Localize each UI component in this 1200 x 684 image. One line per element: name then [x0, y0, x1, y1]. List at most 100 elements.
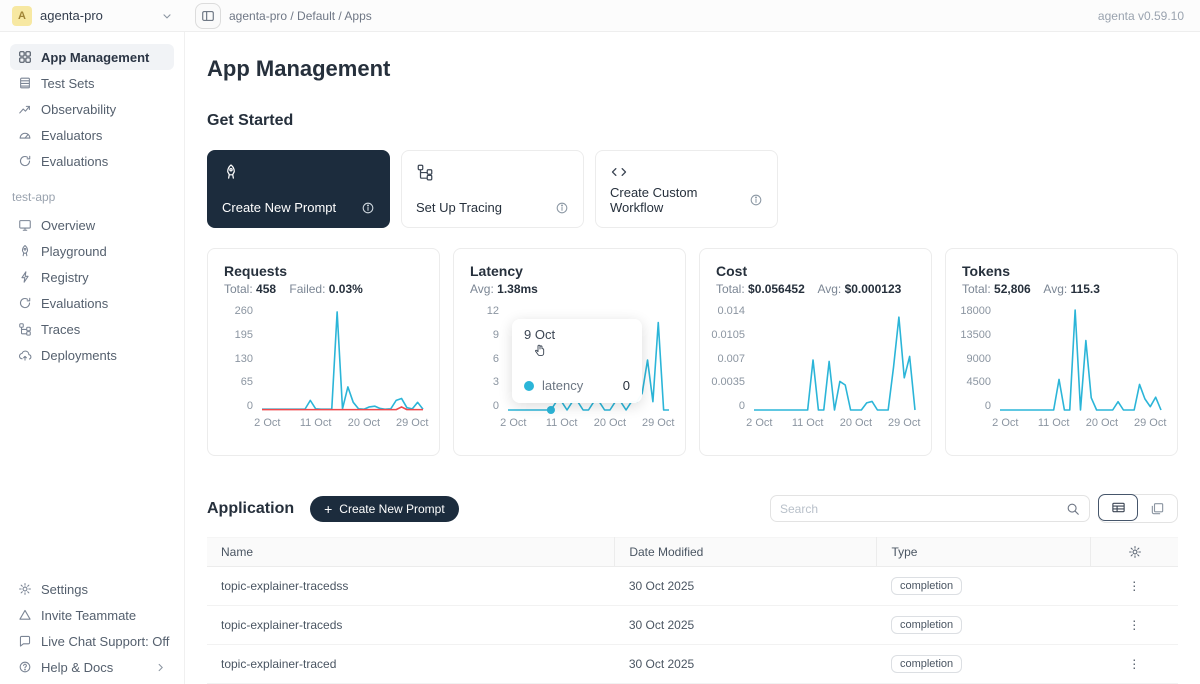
page-title: App Management	[207, 56, 1178, 82]
requests-card: Requests Total: 458 Failed: 0.03% 260195…	[207, 248, 440, 456]
y-tick-label: 0	[493, 401, 499, 412]
create-new-prompt-card[interactable]: Create New Prompt	[207, 150, 390, 228]
card-label: Create Custom Workflow	[610, 185, 749, 215]
sidebar-item-evaluators[interactable]: Evaluators	[10, 122, 174, 148]
stat-label: Total:	[962, 282, 991, 296]
breadcrumb[interactable]: agenta-pro / Default / Apps	[229, 9, 372, 23]
sidebar-item-label: App Management	[41, 50, 149, 65]
sidebar-item-evaluations-app[interactable]: Evaluations	[10, 290, 174, 316]
gear-icon[interactable]	[1105, 545, 1164, 559]
table-row[interactable]: topic-explainer-tracedss 30 Oct 2025 com…	[207, 567, 1178, 606]
y-tick-label: 0.007	[717, 354, 745, 365]
sidebar-item-label: Evaluations	[41, 154, 108, 169]
sidebar-item-deployments[interactable]: Deployments	[10, 342, 174, 368]
create-new-prompt-button[interactable]: + Create New Prompt	[310, 496, 459, 522]
y-tick-label: 195	[235, 330, 253, 341]
stat-label: Avg:	[470, 282, 494, 296]
y-tick-label: 130	[235, 354, 253, 365]
triangle-icon	[18, 608, 32, 622]
sidebar-item-label: Test Sets	[41, 76, 94, 91]
app-version: agenta v0.59.10	[1098, 9, 1184, 23]
sidebar-item-test-sets[interactable]: Test Sets	[10, 70, 174, 96]
info-icon[interactable]	[749, 193, 763, 207]
chart-tooltip: 9 Oct latency 0	[512, 319, 642, 403]
column-header-date-modified[interactable]: Date Modified	[615, 538, 877, 567]
search-input[interactable]	[780, 502, 1066, 516]
x-tick-label: 29 Oct	[888, 417, 920, 429]
gauge-icon	[18, 128, 32, 142]
sidebar-item-help-docs[interactable]: Help & Docs	[10, 654, 174, 680]
tokens-chart[interactable]: 1800013500900045000 2 Oct11 Oct20 Oct29 …	[962, 306, 1161, 433]
card-view-button[interactable]	[1137, 495, 1177, 522]
cell-name: topic-explainer-traceds	[207, 606, 615, 645]
y-tick-label: 0.0035	[711, 377, 745, 388]
info-icon[interactable]	[361, 201, 375, 215]
x-tick-label: 29 Oct	[396, 417, 428, 429]
sidebar-item-traces[interactable]: Traces	[10, 316, 174, 342]
sidebar-section-label: test-app	[12, 190, 174, 204]
sidebar-item-overview[interactable]: Overview	[10, 212, 174, 238]
info-icon[interactable]	[555, 201, 569, 215]
tree-icon	[416, 163, 569, 181]
table-view-icon	[1111, 500, 1126, 515]
sidebar-item-evaluations[interactable]: Evaluations	[10, 148, 174, 174]
view-toggle	[1098, 494, 1178, 523]
table-view-button[interactable]	[1098, 494, 1138, 521]
column-header-name[interactable]: Name	[207, 538, 615, 567]
sidebar-item-registry[interactable]: Registry	[10, 264, 174, 290]
tooltip-value: 0	[623, 378, 630, 393]
refresh-icon	[18, 296, 32, 310]
tree-icon	[18, 322, 32, 336]
workspace-selector[interactable]: A agenta-pro	[0, 0, 185, 31]
y-tick-label: 4500	[967, 377, 991, 388]
metric-cards: Requests Total: 458 Failed: 0.03% 260195…	[207, 248, 1178, 456]
row-menu-button[interactable]: ⋮	[1091, 606, 1178, 645]
search-icon[interactable]	[1066, 502, 1080, 516]
sidebar-item-label: Observability	[41, 102, 116, 117]
metric-stats: Avg: 1.38ms	[470, 282, 669, 296]
set-up-tracing-card[interactable]: Set Up Tracing	[401, 150, 584, 228]
cell-date: 30 Oct 2025	[615, 606, 877, 645]
workspace-avatar: A	[12, 6, 32, 26]
sidebar-item-settings[interactable]: Settings	[10, 576, 174, 602]
sidebar-toggle-button[interactable]	[195, 3, 221, 29]
cost-chart[interactable]: 0.0140.01050.0070.00350 2 Oct11 Oct20 Oc…	[716, 306, 915, 433]
sidebar-item-app-management[interactable]: App Management	[10, 44, 174, 70]
row-menu-button[interactable]: ⋮	[1091, 567, 1178, 606]
sidebar-item-live-chat[interactable]: Live Chat Support: Off	[10, 628, 174, 654]
create-custom-workflow-card[interactable]: Create Custom Workflow	[595, 150, 778, 228]
application-tools	[770, 494, 1178, 523]
main-content: App Management Get Started Create New Pr…	[185, 32, 1200, 684]
app-root: A agenta-pro agenta-pro / Default / Apps…	[0, 0, 1200, 684]
y-tick-label: 0	[247, 401, 253, 412]
x-tick-label: 20 Oct	[594, 417, 626, 429]
plus-icon: +	[324, 502, 332, 516]
metric-stats: Total: $0.056452 Avg: $0.000123	[716, 282, 915, 296]
x-tick-label: 20 Oct	[1086, 417, 1118, 429]
row-menu-button[interactable]: ⋮	[1091, 645, 1178, 684]
sidebar-item-observability[interactable]: Observability	[10, 96, 174, 122]
cell-type: completion	[877, 645, 1091, 684]
y-tick-label: 0	[985, 401, 991, 412]
hover-point-marker	[547, 406, 555, 414]
y-tick-label: 3	[493, 377, 499, 388]
requests-chart[interactable]: 260195130650 2 Oct11 Oct20 Oct29 Oct	[224, 306, 423, 433]
x-tick-label: 2 Oct	[500, 417, 526, 429]
sidebar-item-invite-teammate[interactable]: Invite Teammate	[10, 602, 174, 628]
sidebar-item-label: Evaluations	[41, 296, 108, 311]
column-header-type[interactable]: Type	[877, 538, 1091, 567]
metric-title: Requests	[224, 263, 423, 279]
x-tick-label: 20 Oct	[348, 417, 380, 429]
sidebar-item-playground[interactable]: Playground	[10, 238, 174, 264]
code-icon	[610, 163, 763, 181]
applications-table: Name Date Modified Type topic-explainer-…	[207, 537, 1178, 684]
table-row[interactable]: topic-explainer-traced 30 Oct 2025 compl…	[207, 645, 1178, 684]
x-tick-label: 29 Oct	[1134, 417, 1166, 429]
stat-value: 115.3	[1071, 282, 1100, 296]
metric-title: Cost	[716, 263, 915, 279]
table-row[interactable]: topic-explainer-traceds 30 Oct 2025 comp…	[207, 606, 1178, 645]
y-tick-label: 18000	[960, 306, 991, 317]
sidebar-footer: Settings Invite Teammate Live Chat Suppo…	[10, 576, 174, 680]
stat-value: 0.03%	[329, 282, 363, 296]
y-tick-label: 9000	[967, 354, 991, 365]
